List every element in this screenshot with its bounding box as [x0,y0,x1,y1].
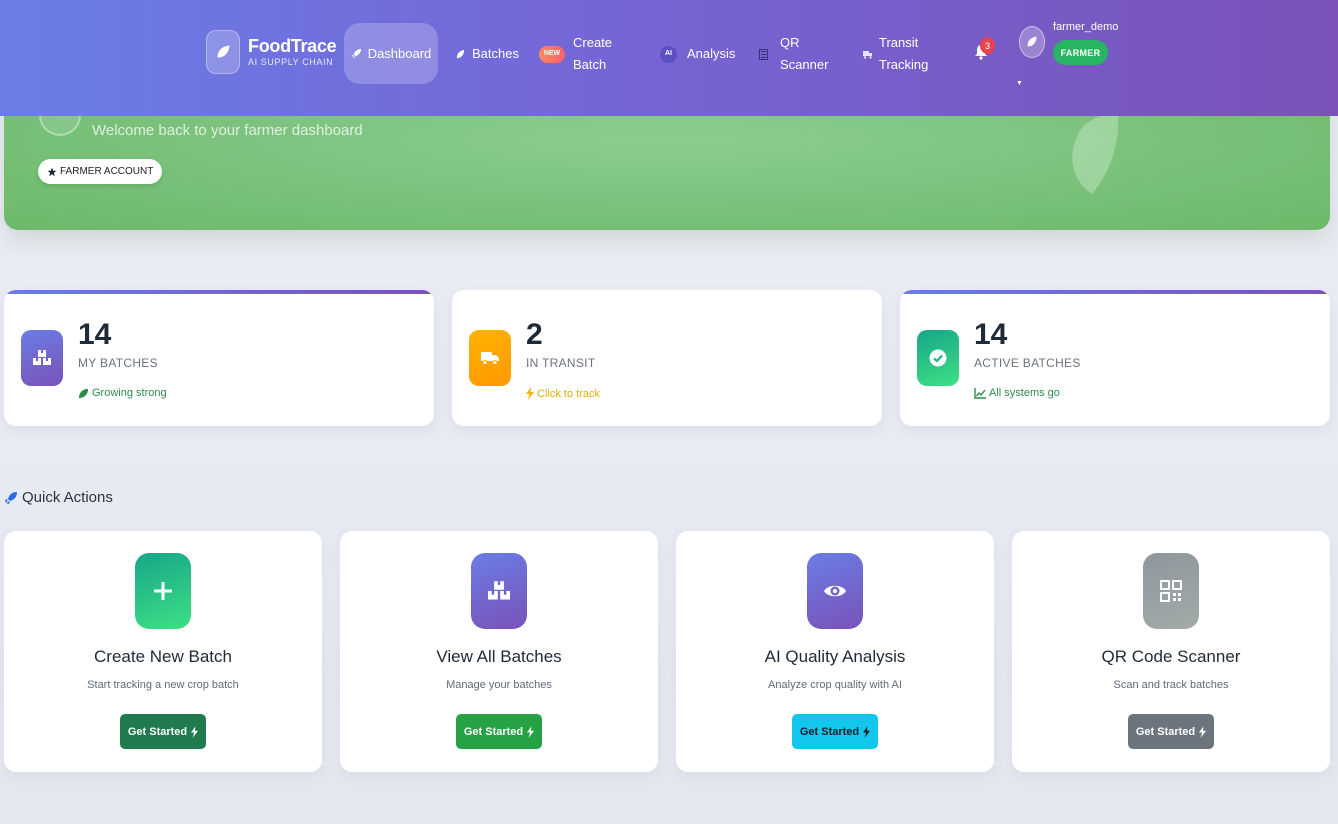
leaf-icon [78,388,89,398]
nav-transit-tracking-label: Transit Tracking [879,35,929,72]
nav-transit-tracking[interactable]: Transit Tracking [863,32,939,76]
stat-note: Growing strong [78,387,167,399]
user-name: farmer_demo [1053,21,1119,33]
quick-actions-heading: Quick Actions [4,489,113,506]
truck-icon [863,50,873,59]
stat-label: MY BATCHES [78,356,158,370]
role-badge: FARMER [1053,40,1108,65]
stat-note: All systems go [974,387,1060,399]
action-description: Scan and track batches [1113,679,1229,691]
stat-value: 14 [78,318,112,351]
star-icon [47,167,57,176]
notification-count-badge: 3 [980,37,995,54]
action-card-view-batches[interactable]: View All Batches Manage your batches Get… [340,531,658,772]
decorative-leaf-icon [1062,110,1124,205]
get-started-button[interactable]: Get Started [1128,714,1214,749]
eye-icon [807,553,863,629]
check-circle-icon [917,330,959,386]
action-description: Analyze crop quality with AI [768,679,902,691]
leaf-icon [455,49,466,60]
rocket-icon [5,491,17,504]
brand-tagline: AI SUPPLY CHAIN [248,57,334,67]
nav-dashboard[interactable]: Dashboard [344,23,438,84]
stat-card-in-transit[interactable]: 2 IN TRANSIT Click to track [452,290,882,426]
action-title: QR Code Scanner [1101,647,1241,666]
nav-batches-label: Batches [472,46,519,61]
stat-value: 2 [526,318,543,351]
top-navbar: FoodTrace AI SUPPLY CHAIN Dashboard Batc… [0,0,1338,116]
stat-card-accent-bar [4,290,434,294]
nav-create-batch[interactable]: NEW Create Batch [539,32,617,76]
stat-card-my-batches[interactable]: 14 MY BATCHES Growing strong [4,290,434,426]
action-card-create-batch[interactable]: Create New Batch Start tracking a new cr… [4,531,322,772]
brand-name: FoodTrace [248,36,337,56]
nav-qr-scanner-label: QR Scanner [780,35,829,72]
nav-dashboard-label: Dashboard [367,45,432,61]
stat-note[interactable]: Click to track [526,387,600,400]
chart-line-icon [974,387,986,399]
bolt-icon [527,725,535,738]
rocket-icon [351,48,362,59]
action-description: Start tracking a new crop batch [87,679,239,691]
stat-label: ACTIVE BATCHES [974,356,1081,370]
boxes-icon [471,553,527,629]
bolt-icon [1199,725,1207,738]
truck-icon [469,330,511,386]
new-badge: NEW [539,45,565,63]
account-type-pill: FARMER ACCOUNT [38,159,163,184]
account-type-label: FARMER ACCOUNT [60,166,154,177]
brand[interactable]: FoodTrace AI SUPPLY CHAIN [206,30,337,74]
action-title: Create New Batch [94,647,232,666]
hero-subtitle: Welcome back to your farmer dashboard [92,122,363,139]
nav-create-batch-label: Create Batch [573,35,613,72]
user-avatar[interactable] [1019,26,1045,58]
qrcode-icon [759,48,768,60]
get-started-button[interactable]: Get Started [792,714,878,749]
action-card-ai-analysis[interactable]: AI Quality Analysis Analyze crop quality… [676,531,994,772]
action-description: Manage your batches [446,679,552,691]
user-menu-caret-icon[interactable]: ▼ [1016,80,1023,87]
stat-card-accent-bar [900,290,1330,294]
leaf-logo-icon [206,30,240,74]
get-started-button[interactable]: Get Started [120,714,206,749]
nav-analysis-label: Analysis [687,46,736,61]
nav-qr-scanner[interactable]: QR Scanner [759,32,829,76]
stat-value: 14 [974,318,1008,351]
bolt-icon [863,725,871,738]
action-title: View All Batches [436,647,562,666]
nav-batches[interactable]: Batches [455,43,519,65]
qrcode-icon [1143,553,1199,629]
bolt-icon [526,387,534,400]
bolt-icon [191,725,199,738]
get-started-button[interactable]: Get Started [456,714,542,749]
nav-analysis[interactable]: AI Analysis [660,43,735,65]
stat-card-active-batches[interactable]: 14 ACTIVE BATCHES All systems go [900,290,1330,426]
plus-icon [135,553,191,629]
ai-badge: AI [660,45,677,63]
boxes-icon [21,330,63,386]
action-title: AI Quality Analysis [764,647,906,666]
stat-label: IN TRANSIT [526,356,596,370]
action-card-qr-scanner[interactable]: QR Code Scanner Scan and track batches G… [1012,531,1330,772]
